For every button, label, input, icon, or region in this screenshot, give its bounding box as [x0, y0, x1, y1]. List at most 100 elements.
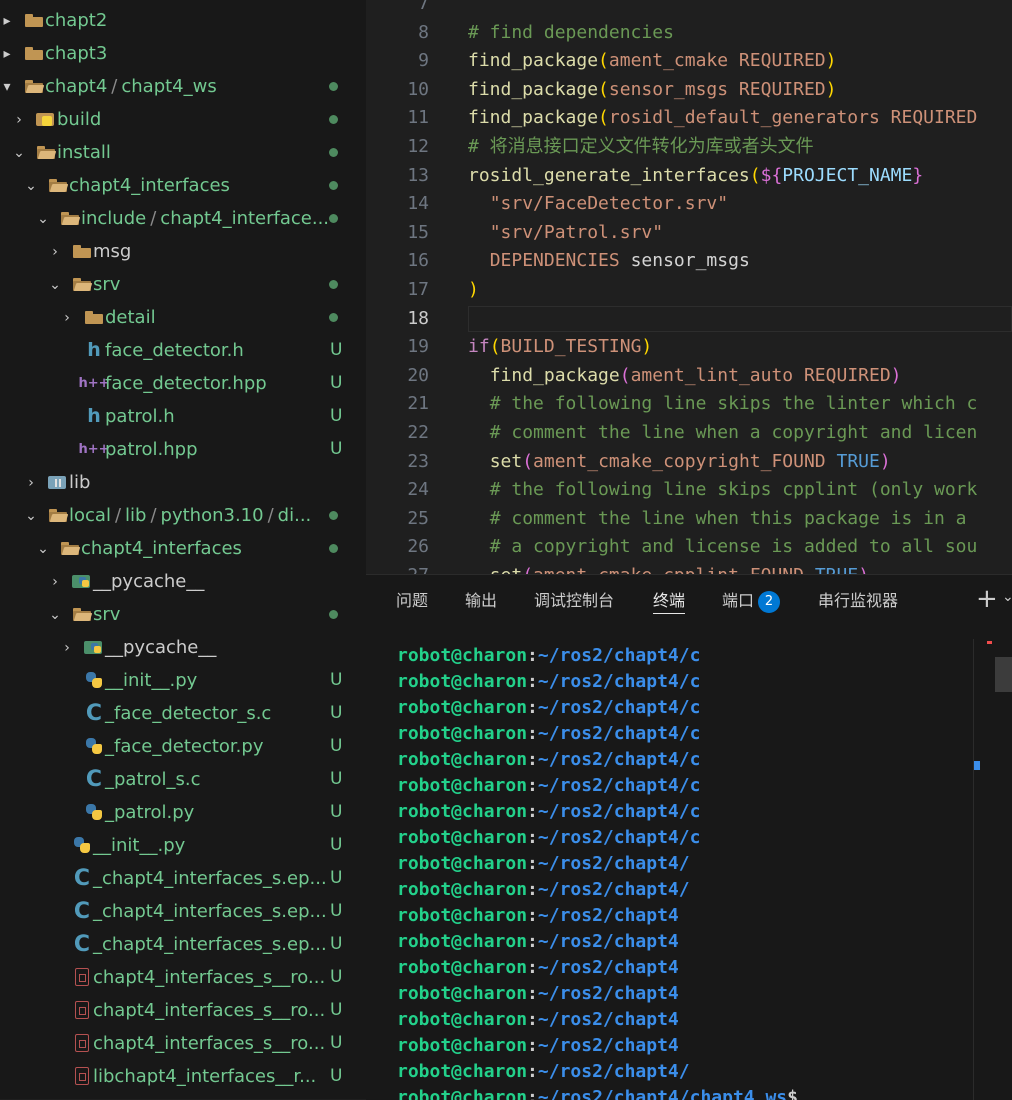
- tree-item[interactable]: C _chapt4_interfaces_s.ep... U: [0, 895, 366, 928]
- tree-item[interactable]: ▾ chapt4/chapt4_ws: [0, 70, 366, 103]
- tree-item[interactable]: ⌄ srv: [0, 598, 366, 631]
- chevron-icon[interactable]: ›: [48, 245, 62, 259]
- tree-item[interactable]: chapt4_interfaces_s__ro... U: [0, 961, 366, 994]
- tree-item[interactable]: ⌄ install: [0, 136, 366, 169]
- tree-item[interactable]: C _face_detector_s.c U: [0, 697, 366, 730]
- lib-folder-icon: [48, 473, 68, 491]
- tree-item-label-part: python3.10: [160, 505, 264, 526]
- tree-item-label: chapt2: [45, 4, 107, 37]
- code-line[interactable]: 9 find_package(ament_cmake REQUIRED): [366, 47, 1012, 76]
- untracked-badge: U: [330, 1000, 343, 1020]
- code-line[interactable]: 14 "srv/FaceDetector.srv": [366, 190, 1012, 219]
- code-line[interactable]: 12 # 将消息接口定义文件转化为库或者头文件: [366, 133, 1012, 162]
- modified-dot-icon: [329, 181, 338, 190]
- panel-tab[interactable]: 问题: [396, 589, 428, 613]
- tree-item[interactable]: C _chapt4_interfaces_s.ep... U: [0, 928, 366, 961]
- chevron-icon[interactable]: ⌄: [48, 278, 62, 292]
- tree-item-label: chapt4_interfaces: [69, 169, 230, 202]
- tree-item[interactable]: › detail: [0, 301, 366, 334]
- chevron-icon[interactable]: ⌄: [12, 146, 26, 160]
- code-line[interactable]: 7: [366, 0, 1012, 19]
- chevron-icon[interactable]: ⌄: [24, 179, 38, 193]
- tree-item[interactable]: h face_detector.h U: [0, 334, 366, 367]
- code-line[interactable]: 18: [366, 305, 1012, 334]
- panel-tab[interactable]: 端口 2: [722, 589, 781, 613]
- prompt-colon: :: [527, 931, 538, 952]
- info-marker: [974, 761, 980, 770]
- tree-item[interactable]: ⌄ include / chapt4_interface...: [0, 202, 366, 235]
- code-line[interactable]: 22 # comment the line when a copyright a…: [366, 419, 1012, 448]
- code-line[interactable]: 23 set(ament_cmake_copyright_FOUND TRUE): [366, 448, 1012, 477]
- code-line[interactable]: 13 rosidl_generate_interfaces(${PROJECT_N…: [366, 162, 1012, 191]
- tree-item[interactable]: chapt4_interfaces_s__ro... U: [0, 994, 366, 1027]
- code-line[interactable]: 15 "srv/Patrol.srv": [366, 219, 1012, 248]
- code-line[interactable]: 11 find_package(rosidl_default_generators…: [366, 104, 1012, 133]
- chevron-icon[interactable]: ›: [12, 113, 26, 127]
- prompt-user: robot@charon: [397, 1087, 528, 1100]
- tree-item[interactable]: h++ patrol.hpp U: [0, 433, 366, 466]
- tree-item[interactable]: chapt4_interfaces_s__ro... U: [0, 1027, 366, 1060]
- code-line[interactable]: 21 # the following line skips the linter…: [366, 390, 1012, 419]
- chevron-icon[interactable]: ▾: [0, 80, 14, 94]
- tree-item[interactable]: › __pycache__: [0, 631, 366, 664]
- code-editor[interactable]: 7 8 # find dependencies 9 find_package(ament…: [366, 0, 1012, 574]
- chevron-icon[interactable]: ›: [48, 575, 62, 589]
- tree-item[interactable]: C _patrol_s.c U: [0, 763, 366, 796]
- code-token: ament_cmake_copyright_FOUND: [533, 450, 826, 472]
- tree-item[interactable]: › lib: [0, 466, 366, 499]
- tree-item[interactable]: ▸ chapt3: [0, 37, 366, 70]
- panel-tab[interactable]: 调试控制台: [534, 589, 614, 613]
- tree-item[interactable]: C _chapt4_interfaces_s.ep... U: [0, 862, 366, 895]
- code-line[interactable]: 24 # the following line skips cpplint (o…: [366, 476, 1012, 505]
- chevron-down-icon[interactable]: ⌄: [1002, 589, 1012, 605]
- tree-item-label: chapt4_interfaces_s__ro...: [93, 994, 325, 1027]
- python-file-icon: [72, 836, 92, 854]
- panel-tab[interactable]: 串行监视器: [818, 589, 898, 613]
- tree-item[interactable]: › build: [0, 103, 366, 136]
- c-file-icon: C: [85, 766, 103, 792]
- chevron-icon[interactable]: ›: [24, 476, 38, 490]
- tree-item[interactable]: h patrol.h U: [0, 400, 366, 433]
- tree-item[interactable]: ⌄ srv: [0, 268, 366, 301]
- tree-item-label-part: chapt3: [45, 43, 108, 64]
- chevron-icon[interactable]: ⌄: [24, 509, 38, 523]
- code-token: (: [749, 164, 761, 186]
- tree-item[interactable]: _patrol.py U: [0, 796, 366, 829]
- tree-item[interactable]: › msg: [0, 235, 366, 268]
- code-line[interactable]: 19 if(BUILD_TESTING): [366, 333, 1012, 362]
- code-line[interactable]: 17): [366, 276, 1012, 305]
- prompt-path: ~/ros2/chapt4/c: [537, 749, 701, 770]
- tree-item[interactable]: ▸ chapt2: [0, 4, 366, 37]
- chevron-icon[interactable]: ⌄: [36, 212, 50, 226]
- code-token: find_package: [468, 50, 599, 72]
- prompt-colon: :: [527, 1061, 538, 1082]
- new-terminal-button[interactable]: +: [976, 585, 998, 613]
- scrollbar-thumb[interactable]: [995, 657, 1012, 692]
- code-line[interactable]: 26 # a copyright and license is added to…: [366, 533, 1012, 562]
- code-line[interactable]: 27 set(ament_cmake_cpplint_FOUND TRUE): [366, 562, 1012, 574]
- chevron-icon[interactable]: ⌄: [48, 608, 62, 622]
- tree-item[interactable]: ⌄ local / lib / python3.10/di...: [0, 499, 366, 532]
- chevron-icon[interactable]: ⌄: [36, 542, 50, 556]
- panel-tab[interactable]: 输出: [465, 589, 497, 613]
- panel-tab[interactable]: 终端: [653, 589, 686, 614]
- chevron-icon[interactable]: ▸: [0, 14, 14, 28]
- tree-item[interactable]: ⌄ chapt4_interfaces: [0, 169, 366, 202]
- code-line[interactable]: 25 # comment the line when this package …: [366, 505, 1012, 534]
- tree-item[interactable]: __init__.py U: [0, 829, 366, 862]
- tree-item[interactable]: ⌄ chapt4_interfaces: [0, 532, 366, 565]
- tree-item[interactable]: libchapt4_interfaces__r... U: [0, 1060, 366, 1093]
- chevron-icon[interactable]: ›: [60, 641, 74, 655]
- tree-item[interactable]: h++ face_detector.hpp U: [0, 367, 366, 400]
- tree-item[interactable]: __init__.py U: [0, 664, 366, 697]
- code-line[interactable]: 8 # find dependencies: [366, 19, 1012, 48]
- code-line[interactable]: 20 find_package(ament_lint_auto REQUIRED…: [366, 362, 1012, 391]
- chevron-icon[interactable]: ›: [60, 311, 74, 325]
- chevron-icon[interactable]: ▸: [0, 47, 14, 61]
- code-line[interactable]: 10 find_package(sensor_msgs REQUIRED): [366, 76, 1012, 105]
- code-line[interactable]: 16 DEPENDENCIES sensor_msgs: [366, 247, 1012, 276]
- prompt-user: robot@charon: [397, 905, 528, 926]
- tree-item[interactable]: _face_detector.py U: [0, 730, 366, 763]
- tree-item[interactable]: › __pycache__: [0, 565, 366, 598]
